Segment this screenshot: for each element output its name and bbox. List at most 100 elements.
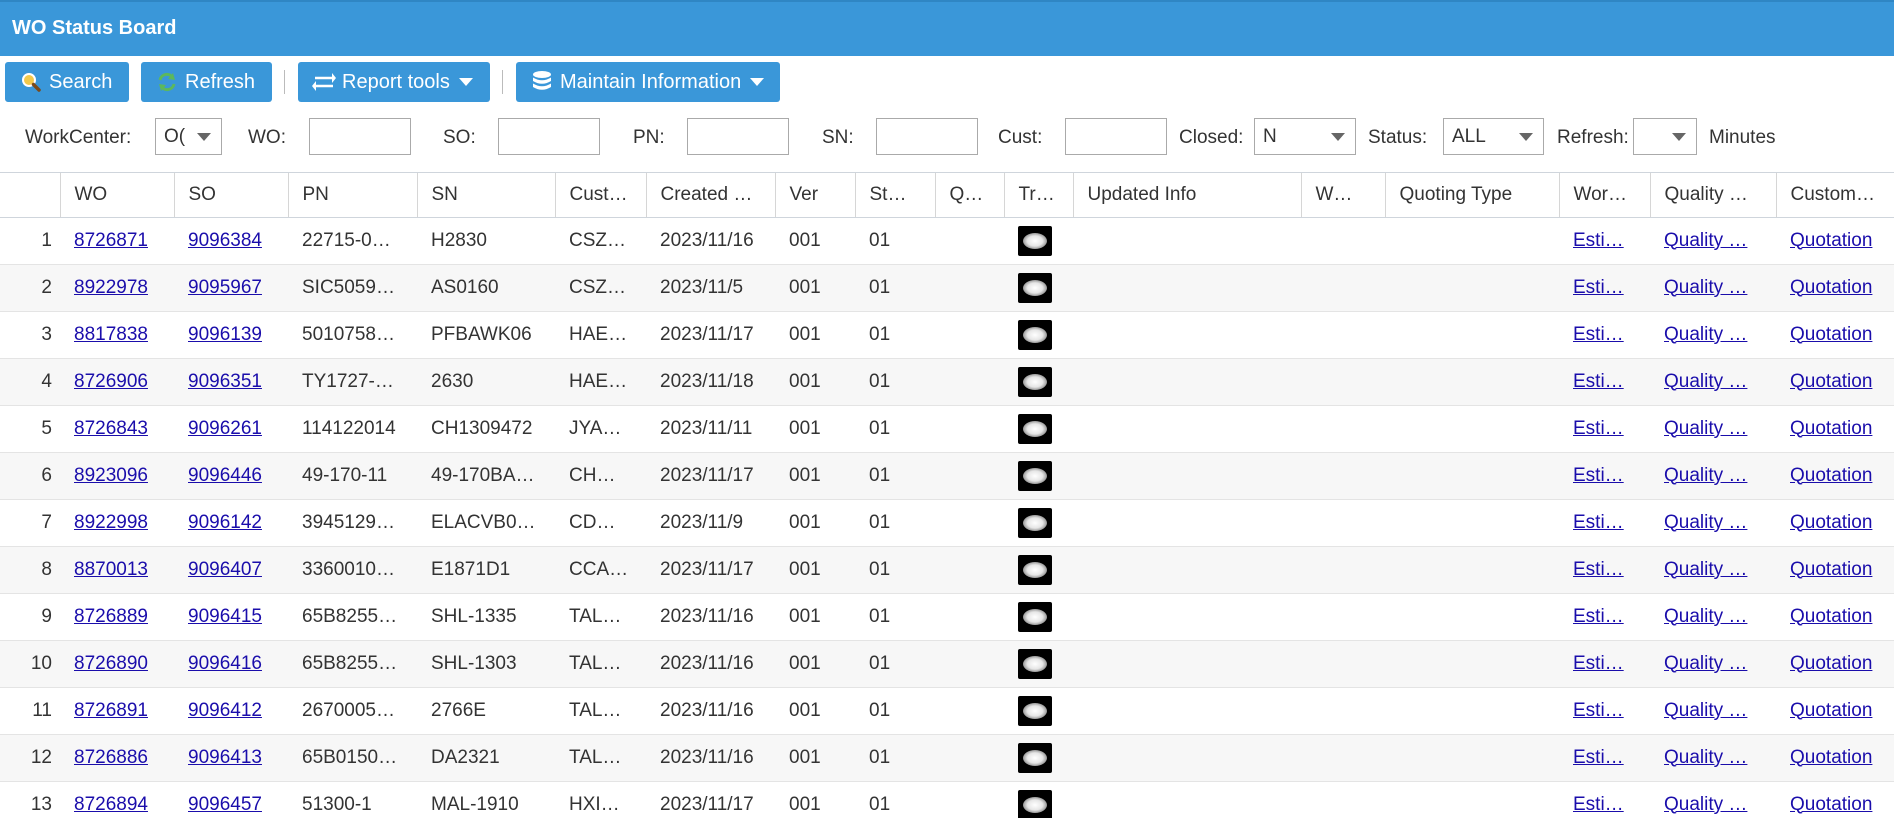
wo-link[interactable]: 8922978	[74, 277, 148, 298]
sn-input[interactable]	[876, 118, 978, 155]
column-header-pn[interactable]: PN	[288, 173, 417, 217]
wo-link[interactable]: 8922998	[74, 512, 148, 533]
estimate-link[interactable]: Esti…	[1573, 606, 1624, 627]
quotation-link[interactable]: Quotation	[1790, 371, 1872, 392]
estimate-link[interactable]: Esti…	[1573, 559, 1624, 580]
track-icon[interactable]	[1018, 743, 1052, 773]
quality-link[interactable]: Quality …	[1664, 653, 1747, 674]
table-row[interactable]: 587268439096261114122014CH1309472JYA…202…	[0, 405, 1894, 452]
quality-link[interactable]: Quality …	[1664, 465, 1747, 486]
so-link[interactable]: 9096457	[188, 794, 262, 815]
quality-link[interactable]: Quality …	[1664, 371, 1747, 392]
estimate-link[interactable]: Esti…	[1573, 277, 1624, 298]
quality-link[interactable]: Quality …	[1664, 512, 1747, 533]
track-icon[interactable]	[1018, 555, 1052, 585]
table-row[interactable]: 98726889909641565B8255…SHL-1335TAL…2023/…	[0, 593, 1894, 640]
table-row[interactable]: 7892299890961423945129…ELACVB0…CD…2023/1…	[0, 499, 1894, 546]
wo-input[interactable]	[309, 118, 411, 155]
quality-link[interactable]: Quality …	[1664, 230, 1747, 251]
wo-link[interactable]: 8726890	[74, 653, 148, 674]
quotation-link[interactable]: Quotation	[1790, 277, 1872, 298]
wo-link[interactable]: 8817838	[74, 324, 148, 345]
wo-link[interactable]: 8726906	[74, 371, 148, 392]
table-row[interactable]: 138726894909645751300-1MAL-1910HXI…2023/…	[0, 781, 1894, 818]
estimate-link[interactable]: Esti…	[1573, 700, 1624, 721]
column-header-tr[interactable]: Tr…	[1004, 173, 1073, 217]
so-link[interactable]: 9096416	[188, 653, 262, 674]
quotation-link[interactable]: Quotation	[1790, 465, 1872, 486]
column-header-wor[interactable]: Wor…	[1559, 173, 1650, 217]
track-icon[interactable]	[1018, 461, 1052, 491]
quality-link[interactable]: Quality …	[1664, 606, 1747, 627]
estimate-link[interactable]: Esti…	[1573, 324, 1624, 345]
column-header-quality[interactable]: Quality …	[1650, 173, 1776, 217]
table-row[interactable]: 289229789095967SIC5059…AS0160CSZ…2023/11…	[0, 264, 1894, 311]
estimate-link[interactable]: Esti…	[1573, 653, 1624, 674]
wo-link[interactable]: 8726886	[74, 747, 148, 768]
so-link[interactable]: 9096413	[188, 747, 262, 768]
track-icon[interactable]	[1018, 602, 1052, 632]
column-header-updated-info[interactable]: Updated Info	[1073, 173, 1301, 217]
estimate-link[interactable]: Esti…	[1573, 465, 1624, 486]
column-header-st[interactable]: St…	[855, 173, 935, 217]
quotation-link[interactable]: Quotation	[1790, 230, 1872, 251]
table-row[interactable]: 128726886909641365B0150…DA2321TAL…2023/1…	[0, 734, 1894, 781]
search-button[interactable]: Search	[5, 62, 129, 102]
quality-link[interactable]: Quality …	[1664, 700, 1747, 721]
track-icon[interactable]	[1018, 414, 1052, 444]
so-input[interactable]	[498, 118, 600, 155]
so-link[interactable]: 9096384	[188, 230, 262, 251]
so-link[interactable]: 9096412	[188, 700, 262, 721]
track-icon[interactable]	[1018, 508, 1052, 538]
table-row[interactable]: 68923096909644649-170-1149-170BA…CH…2023…	[0, 452, 1894, 499]
so-link[interactable]: 9096351	[188, 371, 262, 392]
table-row[interactable]: 487269069096351TY1727-…2630HAE…2023/11/1…	[0, 358, 1894, 405]
table-row[interactable]: 8887001390964073360010…E1871D1CCA…2023/1…	[0, 546, 1894, 593]
column-header-customer[interactable]: Customer…	[1776, 173, 1894, 217]
track-icon[interactable]	[1018, 320, 1052, 350]
wo-link[interactable]: 8726843	[74, 418, 148, 439]
report-tools-button[interactable]: Report tools	[298, 62, 490, 102]
column-header-w[interactable]: W…	[1301, 173, 1385, 217]
table-row[interactable]: 11872689190964122670005…2766ETAL…2023/11…	[0, 687, 1894, 734]
refresh-interval-select[interactable]	[1633, 118, 1697, 155]
so-link[interactable]: 9096407	[188, 559, 262, 580]
estimate-link[interactable]: Esti…	[1573, 747, 1624, 768]
quality-link[interactable]: Quality …	[1664, 324, 1747, 345]
maintain-information-button[interactable]: Maintain Information	[516, 62, 780, 102]
wo-link[interactable]: 8726889	[74, 606, 148, 627]
quotation-link[interactable]: Quotation	[1790, 794, 1872, 815]
column-header-q[interactable]: Q…	[935, 173, 1004, 217]
track-icon[interactable]	[1018, 273, 1052, 303]
quotation-link[interactable]: Quotation	[1790, 653, 1872, 674]
estimate-link[interactable]: Esti…	[1573, 418, 1624, 439]
so-link[interactable]: 9096139	[188, 324, 262, 345]
track-icon[interactable]	[1018, 367, 1052, 397]
cust-input[interactable]	[1065, 118, 1167, 155]
wo-link[interactable]: 8726891	[74, 700, 148, 721]
column-header-created[interactable]: Created …	[646, 173, 775, 217]
quotation-link[interactable]: Quotation	[1790, 606, 1872, 627]
so-link[interactable]: 9096142	[188, 512, 262, 533]
quality-link[interactable]: Quality …	[1664, 559, 1747, 580]
quality-link[interactable]: Quality …	[1664, 277, 1747, 298]
wo-link[interactable]: 8726871	[74, 230, 148, 251]
quotation-link[interactable]: Quotation	[1790, 418, 1872, 439]
column-header-ver[interactable]: Ver	[775, 173, 855, 217]
table-row[interactable]: 3881783890961395010758…PFBAWK06HAE…2023/…	[0, 311, 1894, 358]
so-link[interactable]: 9096415	[188, 606, 262, 627]
estimate-link[interactable]: Esti…	[1573, 794, 1624, 815]
quotation-link[interactable]: Quotation	[1790, 559, 1872, 580]
wo-link[interactable]: 8923096	[74, 465, 148, 486]
workcenter-select[interactable]: O(	[155, 118, 222, 155]
quotation-link[interactable]: Quotation	[1790, 700, 1872, 721]
so-link[interactable]: 9096261	[188, 418, 262, 439]
column-header-sn[interactable]: SN	[417, 173, 555, 217]
track-icon[interactable]	[1018, 226, 1052, 256]
wo-link[interactable]: 8870013	[74, 559, 148, 580]
track-icon[interactable]	[1018, 790, 1052, 818]
quotation-link[interactable]: Quotation	[1790, 512, 1872, 533]
quotation-link[interactable]: Quotation	[1790, 324, 1872, 345]
so-link[interactable]: 9096446	[188, 465, 262, 486]
estimate-link[interactable]: Esti…	[1573, 512, 1624, 533]
